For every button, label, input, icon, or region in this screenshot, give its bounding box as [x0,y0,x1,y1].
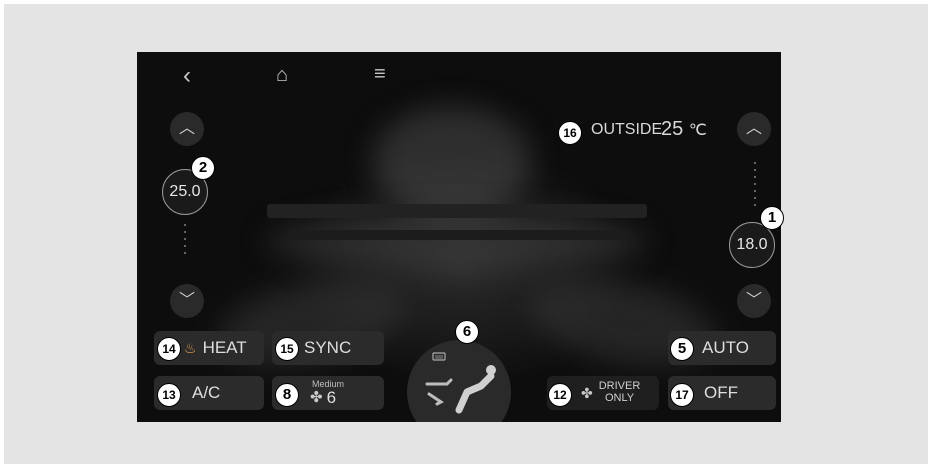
callout-6: 6 [455,320,479,344]
defrost-lines [435,355,443,359]
callout-16: 16 [558,121,582,145]
left-temp-up-button[interactable]: ︿ [170,112,204,146]
outside-temp-unit: ℃ [688,122,707,139]
menu-icon[interactable]: ≡ [374,63,386,86]
home-icon[interactable]: ⌂ [276,64,288,87]
heat-label: HEAT [202,338,247,357]
vent-glow-top [372,107,532,217]
outside-temp-value: 25 ℃ [661,118,707,141]
right-temp-down-button[interactable]: ﹀ [737,284,771,318]
fan-level-value: 6 [326,388,337,407]
fan-level-row: ✤ 6 [310,389,336,406]
outside-temp-number: 25 [661,118,684,140]
callout-17: 17 [670,383,694,407]
defrost-icon [432,352,446,361]
callout-13: 13 [157,383,181,407]
driver-only-label: DRIVER ONLY [599,381,641,404]
airflow-mode-icon [425,352,496,414]
callout-8: 8 [275,383,299,407]
driver-only-fan-icon: ✤ [581,384,593,401]
callout-15: 15 [275,337,299,361]
airflow-face-arrow [425,378,453,386]
right-temp-up-button[interactable]: ︿ [737,112,771,146]
outside-label: OUTSIDE [591,121,663,138]
dashboard-glow [267,212,647,272]
callout-5: 5 [670,337,694,361]
auto-label: AUTO [702,338,749,357]
dashboard-bar [267,204,647,218]
page-frame: ‹ ⌂ ≡ OUTSIDE 25 ℃ ︿ 25.0 ﹀ ︿ 18.0 ﹀ ♨ H… [0,0,933,468]
driver-only-line2: ONLY [604,392,635,404]
right-temp-scale [754,162,756,211]
sync-label: SYNC [304,338,352,357]
seat-figure-head [486,365,496,375]
seat-figure-icon [455,372,495,414]
climate-screen: ‹ ⌂ ≡ OUTSIDE 25 ℃ ︿ 25.0 ﹀ ︿ 18.0 ﹀ ♨ H… [137,52,781,422]
airflow-floor-arrow [427,392,444,406]
fan-speed-group: Medium ✤ 6 [310,380,344,407]
left-temp-scale [184,224,186,259]
seat-heat-icon: ♨ [184,339,197,356]
back-icon[interactable]: ‹ [183,62,191,90]
airflow-mode-button[interactable] [407,340,511,422]
fan-icon: ✤ [310,389,323,406]
left-temp-down-button[interactable]: ﹀ [170,284,204,318]
callout-14: 14 [157,337,181,361]
off-label: OFF [704,383,738,402]
callout-12: 12 [548,383,572,407]
dashboard-vent-bar [287,230,627,240]
ac-label: A/C [192,383,221,402]
callout-2: 2 [191,156,215,180]
callout-1: 1 [760,206,784,230]
